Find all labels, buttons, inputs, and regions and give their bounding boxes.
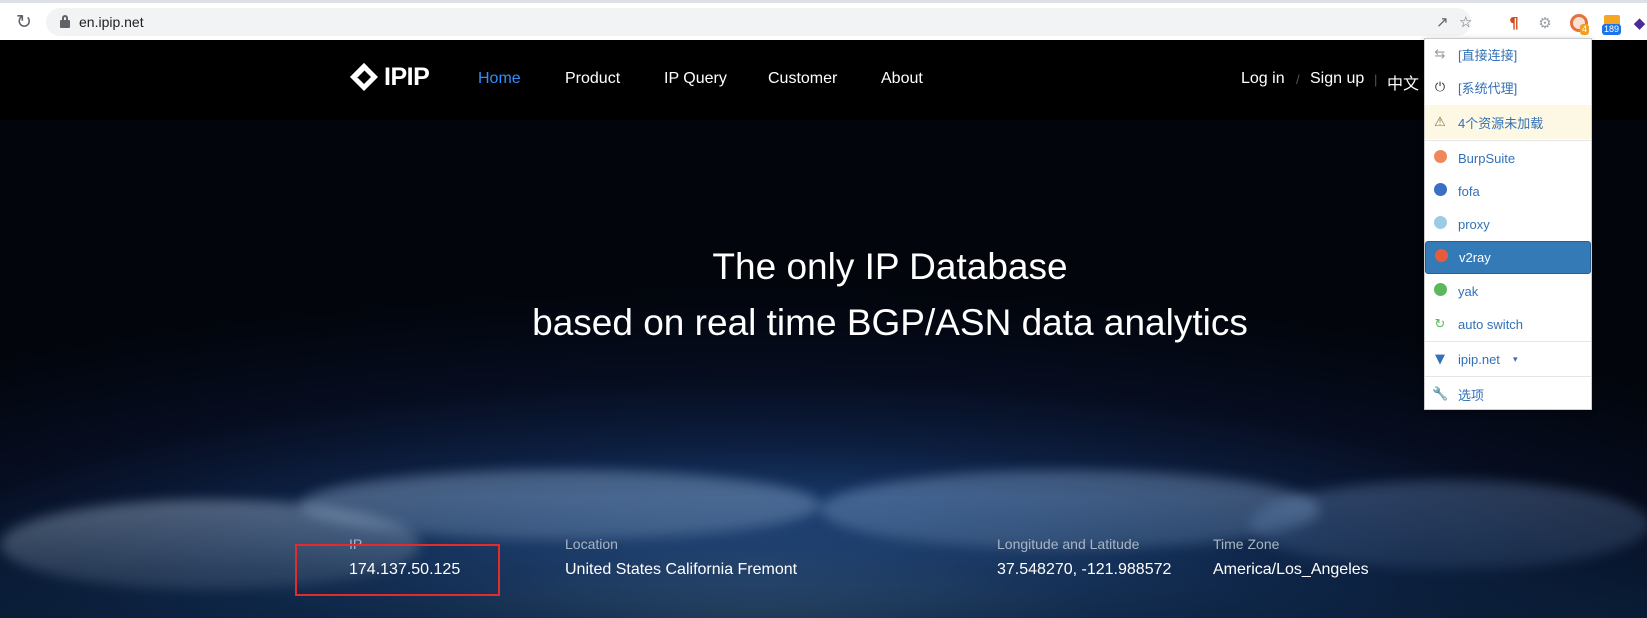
address-bar[interactable]: en.ipip.net ↗ ☆ xyxy=(46,8,1472,36)
warning-icon: ⚠ xyxy=(1434,114,1446,130)
paragraph-extension-icon[interactable]: ¶ xyxy=(1505,13,1523,33)
popup-divider xyxy=(1425,341,1591,342)
power-icon: ⏻ xyxy=(1434,80,1446,95)
nav-home[interactable]: Home xyxy=(478,70,521,88)
lock-icon[interactable] xyxy=(60,15,70,28)
proxy-item-fofa[interactable]: fofa xyxy=(1425,176,1591,207)
proxy-item-proxy[interactable]: proxy xyxy=(1425,209,1591,240)
proxy-item-options[interactable]: 🔧 选项 xyxy=(1425,379,1591,410)
globe-icon xyxy=(1433,249,1449,266)
proxy-item-burpsuite[interactable]: BurpSuite xyxy=(1425,143,1591,174)
login-link[interactable]: Log in xyxy=(1241,70,1285,88)
browser-toolbar: ↻ en.ipip.net ↗ ☆ ¶ ⚙ 4 189 ◆ xyxy=(0,0,1647,40)
location-value: United States California Fremont xyxy=(565,561,798,578)
proxy-item-direct[interactable]: ⇆ [直接连接] xyxy=(1425,39,1591,70)
share-icon[interactable]: ↗ xyxy=(1436,13,1449,31)
swap-icon: ⇆ xyxy=(1434,47,1446,62)
popup-divider xyxy=(1425,140,1591,141)
popup-divider xyxy=(1425,376,1591,377)
ip-highlight-box xyxy=(295,544,500,596)
ipip-logo-icon xyxy=(348,61,380,93)
wrench-icon: 🔧 xyxy=(1432,387,1449,402)
url-text[interactable]: en.ipip.net xyxy=(79,14,144,30)
globe-icon xyxy=(1432,216,1448,233)
proxy-item-resources-warning[interactable]: ⚠ 4个资源未加载 xyxy=(1425,105,1591,139)
location-label: Location xyxy=(565,536,618,552)
proxy-item-auto-switch[interactable]: ↻ auto switch xyxy=(1425,309,1591,340)
globe-icon xyxy=(1432,283,1448,300)
timezone-label: Time Zone xyxy=(1213,536,1280,552)
extension-icon[interactable]: ⚙ xyxy=(1536,13,1554,33)
proxy-switch-popup: ⇆ [直接连接] ⏻ [系统代理] ⚠ 4个资源未加载 BurpSuite fo… xyxy=(1424,38,1592,410)
ipip-logo[interactable]: IPIP xyxy=(348,60,430,94)
proxy-item-yak[interactable]: yak xyxy=(1425,276,1591,307)
proxy-item-v2ray[interactable]: v2ray xyxy=(1425,241,1591,274)
nav-customer[interactable]: Customer xyxy=(768,70,837,88)
headline-line1: The only IP Database xyxy=(712,246,1068,287)
globe-icon xyxy=(1432,150,1448,167)
caret-down-icon: ▾ xyxy=(1513,354,1518,364)
proxy-item-ipip-net[interactable]: ▼ ipip.net ▾ xyxy=(1425,344,1591,375)
globe-icon xyxy=(1432,183,1448,200)
proxy-item-system[interactable]: ⏻ [系统代理] xyxy=(1425,72,1591,103)
switch-icon: ↻ xyxy=(1434,317,1446,332)
nav-product[interactable]: Product xyxy=(565,70,620,88)
bookmark-star-icon[interactable]: ☆ xyxy=(1459,13,1472,31)
profile-extension-icon[interactable]: ◆ xyxy=(1632,13,1647,33)
nav-ip-query[interactable]: IP Query xyxy=(664,70,727,88)
filter-icon: ▼ xyxy=(1435,352,1445,367)
lonlat-value: 37.548270, -121.988572 xyxy=(997,561,1172,578)
extension-badge: 189 xyxy=(1602,24,1622,35)
reload-icon[interactable]: ↻ xyxy=(14,12,34,32)
proxy-badge: 4 xyxy=(1580,24,1590,35)
proxy-switchyomega-icon[interactable]: 4 xyxy=(1568,13,1590,35)
lonlat-label: Longitude and Latitude xyxy=(997,536,1140,552)
logo-text: IPIP xyxy=(384,62,430,91)
nav-about[interactable]: About xyxy=(881,70,923,88)
headline-line2: based on real time BGP/ASN data analytic… xyxy=(532,302,1248,343)
language-switch[interactable]: 中文 xyxy=(1387,70,1419,94)
timezone-value: America/Los_Angeles xyxy=(1213,561,1369,578)
signup-link[interactable]: Sign up xyxy=(1310,70,1364,88)
rss-extension-icon[interactable]: 189 xyxy=(1600,13,1624,35)
language-separator: | xyxy=(1374,72,1378,87)
auth-separator: / xyxy=(1296,72,1300,87)
